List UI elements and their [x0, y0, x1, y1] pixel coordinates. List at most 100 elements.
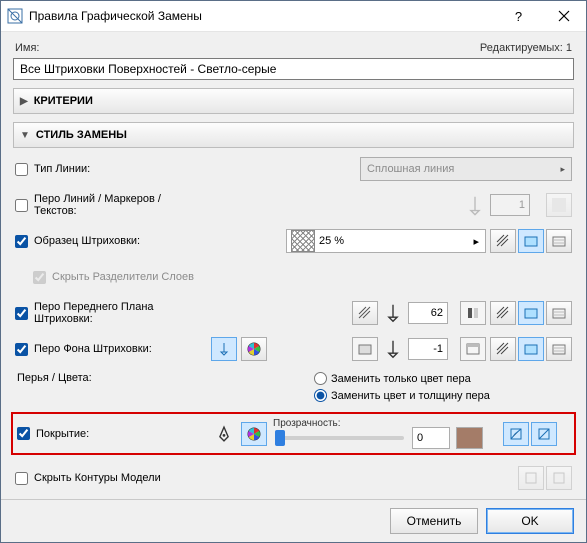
ok-button[interactable]: OK	[486, 508, 574, 534]
row-bg-pen: Перо Фона Штриховки:	[15, 336, 572, 362]
bg-pen-fill-icon[interactable]	[352, 337, 378, 361]
surface-checkbox[interactable]	[17, 427, 30, 440]
dialog-body: Имя: Редактируемых: 1 ▶ КРИТЕРИИ ▼ СТИЛЬ…	[1, 32, 586, 499]
hide-contour-type-group	[518, 466, 572, 490]
fill-dropdown[interactable]: 25 % ▸	[286, 229, 486, 253]
row-line-pen: Перо Линий / Маркеров / Текстов:	[15, 192, 572, 218]
radio-color-thickness-label: Заменить цвет и толщину пера	[331, 390, 490, 402]
app-icon	[7, 8, 23, 24]
hide-sep-label: Скрыть Разделители Слоев	[52, 271, 194, 283]
ok-button-label: OK	[521, 514, 538, 528]
row-surface-highlight: Покрытие: Прозрачность:	[11, 412, 576, 455]
bg-pen-checkbox[interactable]	[15, 343, 28, 356]
line-pen-value	[490, 194, 530, 216]
fg-pen-checkbox[interactable]	[15, 307, 28, 320]
fg-pen-hatch-icon[interactable]	[352, 301, 378, 325]
surface-color-swatch[interactable]	[456, 427, 483, 449]
radio-color-only-wrap[interactable]: Заменить только цвет пера	[314, 372, 572, 385]
bg-draft-icon[interactable]	[490, 337, 516, 361]
contour-cut-icon	[518, 466, 544, 490]
row-line-type: Тип Линии: Сплошная линия ▸	[15, 156, 572, 182]
fg-cover-icon[interactable]	[518, 301, 544, 325]
bg-cover-icon[interactable]	[518, 337, 544, 361]
bg-pen-type-group	[490, 337, 572, 361]
radio-color-thickness[interactable]	[314, 389, 327, 402]
fill-swatch-icon	[291, 230, 315, 252]
bg-pen-nib-icon[interactable]	[211, 337, 237, 361]
fill-cut-icon[interactable]	[546, 229, 572, 253]
help-button[interactable]: ?	[496, 1, 541, 31]
row-hide-separators: Скрыть Разделители Слоев	[15, 264, 572, 290]
surface-label: Покрытие:	[36, 428, 89, 440]
chevron-right-icon: ▸	[560, 164, 565, 175]
fg-pen-value[interactable]	[408, 302, 448, 324]
cancel-button-label: Отменить	[407, 514, 462, 528]
bg-pen-label-wrap: Перо Фона Штриховки:	[15, 343, 205, 356]
opacity-control: Прозрачность:	[273, 418, 483, 449]
surface-label-wrap: Покрытие:	[17, 427, 207, 440]
opacity-value[interactable]	[412, 427, 450, 449]
pen-icon	[382, 339, 404, 359]
fill-checkbox[interactable]	[15, 235, 28, 248]
line-pen-label: Перо Линий / Маркеров / Текстов:	[34, 193, 205, 217]
line-type-checkbox[interactable]	[15, 163, 28, 176]
hide-contour-checkbox[interactable]	[15, 472, 28, 485]
fg-cut-icon[interactable]	[546, 301, 572, 325]
bg-pen-colorwheel-icon[interactable]	[241, 337, 267, 361]
pens-colors-label: Перья / Цвета:	[15, 372, 207, 384]
dialog-graphic-override-rules: Правила Графической Замены ? Имя: Редакт…	[0, 0, 587, 543]
hide-contour-label: Скрыть Контуры Модели	[34, 472, 161, 484]
row-fill: Образец Штриховки: 25 % ▸	[15, 228, 572, 254]
surface-uncut-icon[interactable]	[531, 422, 557, 446]
pen-mode-radios: Заменить только цвет пера Заменить цвет …	[314, 372, 572, 402]
fill-label-wrap: Образец Штриховки:	[15, 235, 205, 248]
row-fg-pen: Перо Переднего Плана Штриховки:	[15, 300, 572, 326]
bg-pen-value[interactable]	[408, 338, 448, 360]
fill-type-group	[490, 229, 572, 253]
fg-pen-label: Перо Переднего Плана Штриховки:	[34, 301, 205, 325]
style-content: Тип Линии: Сплошная линия ▸ Перо Линий /…	[13, 150, 574, 491]
line-type-dropdown: Сплошная линия ▸	[360, 157, 572, 181]
fill-draft-icon[interactable]	[490, 229, 516, 253]
dialog-title: Правила Графической Замены	[29, 9, 496, 23]
name-input[interactable]	[13, 58, 574, 80]
line-type-label: Тип Линии:	[34, 163, 90, 175]
bg-pen-window-icon[interactable]	[460, 337, 486, 361]
surface-cut-icon[interactable]	[503, 422, 529, 446]
surface-type-group	[503, 422, 557, 446]
dialog-footer: Отменить OK	[1, 499, 586, 542]
titlebar: Правила Графической Замены ?	[1, 1, 586, 32]
fg-draft-icon[interactable]	[490, 301, 516, 325]
surface-colorwheel-icon[interactable]	[241, 422, 267, 446]
radio-color-only-label: Заменить только цвет пера	[331, 373, 471, 385]
fg-pen-label-wrap: Перо Переднего Плана Штриховки:	[15, 301, 205, 325]
pen-icon	[464, 195, 486, 215]
hide-sep-checkbox	[33, 271, 46, 284]
fill-cover-icon[interactable]	[518, 229, 544, 253]
line-type-dropdown-value: Сплошная линия	[367, 163, 454, 175]
hide-sep-label-wrap: Скрыть Разделители Слоев	[33, 271, 223, 284]
bg-pen-label: Перо Фона Штриховки:	[34, 343, 152, 355]
chevron-right-icon: ▶	[20, 96, 28, 107]
cancel-button[interactable]: Отменить	[390, 508, 478, 534]
contour-uncut-icon	[546, 466, 572, 490]
fg-pen-lock-icon[interactable]	[460, 301, 486, 325]
section-criteria-label: КРИТЕРИИ	[34, 95, 93, 107]
opacity-slider[interactable]	[275, 436, 404, 440]
radio-color-only[interactable]	[314, 372, 327, 385]
bg-cut-icon[interactable]	[546, 337, 572, 361]
line-pen-label-wrap: Перо Линий / Маркеров / Текстов:	[15, 193, 205, 217]
line-pen-checkbox[interactable]	[15, 199, 28, 212]
section-criteria[interactable]: ▶ КРИТЕРИИ	[13, 88, 574, 114]
fill-label: Образец Штриховки:	[34, 235, 140, 247]
name-label: Имя:	[15, 42, 39, 54]
section-style[interactable]: ▼ СТИЛЬ ЗАМЕНЫ	[13, 122, 574, 148]
editable-count: Редактируемых: 1	[480, 42, 572, 54]
close-button[interactable]	[541, 1, 586, 31]
fg-pen-type-group	[490, 301, 572, 325]
row-surface: Покрытие: Прозрачность:	[17, 418, 570, 449]
chevron-right-icon: ▸	[467, 235, 485, 248]
section-style-label: СТИЛЬ ЗАМЕНЫ	[36, 129, 127, 141]
nib-icon	[213, 424, 235, 444]
radio-color-thickness-wrap[interactable]: Заменить цвет и толщину пера	[314, 389, 572, 402]
